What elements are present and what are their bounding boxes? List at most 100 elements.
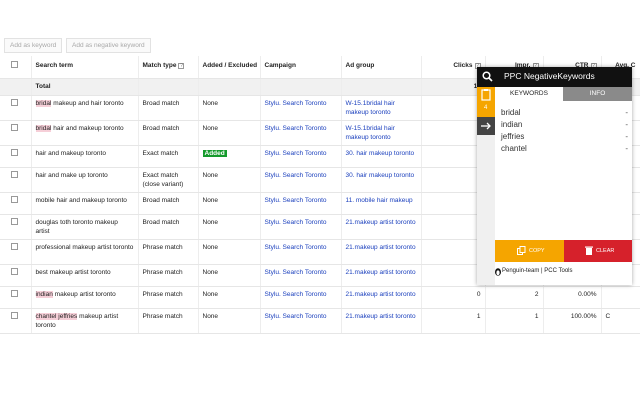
select-all-checkbox-cell[interactable] xyxy=(0,56,32,79)
select-all-checkbox[interactable] xyxy=(11,61,18,68)
campaign-link[interactable]: Stylu. Search Toronto xyxy=(265,150,327,157)
keyword-count-badge: 4 xyxy=(484,105,488,111)
match-type-cell: Exact match (close variant) xyxy=(138,167,199,193)
row-checkbox-cell[interactable] xyxy=(0,120,32,146)
clicks-cell: 1 xyxy=(421,308,486,334)
added-excluded-cell: None xyxy=(198,167,261,193)
ad-group-link[interactable]: 30. hair makeup toronto xyxy=(346,150,415,157)
campaign-link[interactable]: Stylu. Search Toronto xyxy=(265,197,327,204)
clicks-cell: 0 xyxy=(421,95,486,121)
campaign-link[interactable]: Stylu. Search Toronto xyxy=(265,291,327,298)
list-item: indian - xyxy=(501,120,631,132)
row-checkbox-cell[interactable] xyxy=(0,264,32,287)
clear-label: CLEAR xyxy=(596,248,615,254)
search-term-text: makeup and hair toronto xyxy=(51,99,124,107)
campaign-link[interactable]: Stylu. Search Toronto xyxy=(265,125,327,132)
avg-cpc-cell xyxy=(601,286,640,309)
tab-keywords[interactable]: KEYWORDS xyxy=(495,87,563,101)
ad-group-link[interactable]: 21.makeup artist toronto xyxy=(346,291,416,298)
ad-group-link[interactable]: 21.makeup artist toronto xyxy=(346,269,416,276)
added-excluded-cell: None xyxy=(198,308,261,334)
clear-button[interactable]: CLEAR xyxy=(564,240,632,262)
ad-group-link[interactable]: 21.makeup artist toronto xyxy=(346,219,416,226)
ad-group-cell: 21.makeup artist toronto xyxy=(341,286,422,309)
clicks-cell: 0 xyxy=(421,192,486,215)
ad-group-link[interactable]: 21.makeup artist toronto xyxy=(346,313,416,320)
trash-icon xyxy=(585,246,593,255)
row-checkbox[interactable] xyxy=(11,123,18,131)
row-checkbox[interactable] xyxy=(11,242,18,250)
keyword-text: bridal xyxy=(501,108,521,117)
clicks-cell: 0 xyxy=(421,120,486,146)
ad-group-cell: 11. mobile hair makeup xyxy=(341,192,422,215)
col-match-type[interactable]: Match type? xyxy=(138,56,199,79)
add-as-negative-keyword-button[interactable]: Add as negative keyword xyxy=(66,38,151,53)
status-text: None xyxy=(202,268,219,276)
row-checkbox[interactable] xyxy=(11,217,18,225)
arrow-right-icon xyxy=(481,122,491,130)
row-checkbox-cell[interactable] xyxy=(0,214,32,240)
avg-cpc-cell: C xyxy=(601,308,640,334)
match-type-cell: Broad match xyxy=(138,95,199,121)
row-checkbox[interactable] xyxy=(11,311,18,319)
search-icon[interactable] xyxy=(482,71,493,82)
ad-group-cell: 30. hair makeup toronto xyxy=(341,145,422,168)
row-checkbox-cell[interactable] xyxy=(0,308,32,334)
col-campaign[interactable]: Campaign xyxy=(260,56,342,79)
highlighted-keyword[interactable]: indian xyxy=(35,290,53,298)
ad-group-link[interactable]: 11. mobile hair makeup xyxy=(346,197,413,204)
row-checkbox[interactable] xyxy=(11,267,18,275)
campaign-link[interactable]: Stylu. Search Toronto xyxy=(265,100,327,107)
tab-info[interactable]: INFO xyxy=(563,87,632,101)
row-checkbox-cell[interactable] xyxy=(0,239,32,265)
campaign-link[interactable]: Stylu. Search Toronto xyxy=(265,244,327,251)
col-added-excluded[interactable]: Added / Excluded xyxy=(198,56,261,79)
row-checkbox[interactable] xyxy=(11,289,18,297)
table-row[interactable]: chantel jeffries makeup artist toronto Ph… xyxy=(0,308,640,334)
popup-footer[interactable]: Penguin-team | PCC Tools xyxy=(495,268,572,276)
help-icon[interactable]: ? xyxy=(178,63,185,69)
ad-group-link[interactable]: W-15.1bridal hair makeup toronto xyxy=(346,125,395,141)
clicks-cell: 1 xyxy=(421,167,486,193)
row-checkbox-cell[interactable] xyxy=(0,145,32,168)
campaign-link[interactable]: Stylu. Search Toronto xyxy=(265,219,327,226)
status-text: None xyxy=(202,124,219,132)
ad-group-link[interactable]: W-15.1bridal hair makeup toronto xyxy=(346,100,395,116)
col-ad-group[interactable]: Ad group xyxy=(341,56,422,79)
table-row[interactable]: indian makeup artist toronto Phrase match… xyxy=(0,286,640,309)
export-button[interactable] xyxy=(477,117,495,135)
match-type-cell: Phrase match xyxy=(138,308,199,334)
campaign-link[interactable]: Stylu. Search Toronto xyxy=(265,269,327,276)
row-checkbox-cell[interactable] xyxy=(0,167,32,193)
row-checkbox-cell[interactable] xyxy=(0,95,32,121)
campaign-link[interactable]: Stylu. Search Toronto xyxy=(265,172,327,179)
ad-group-link[interactable]: 30. hair makeup toronto xyxy=(346,172,415,179)
col-search-term[interactable]: Search term xyxy=(31,56,139,79)
ad-group-cell: W-15.1bridal hair makeup toronto xyxy=(341,120,422,146)
col-clicks[interactable]: Clicks? xyxy=(421,56,486,79)
copy-button[interactable]: COPY xyxy=(495,240,564,262)
row-checkbox[interactable] xyxy=(11,195,18,203)
row-checkbox[interactable] xyxy=(11,170,18,178)
ad-group-link[interactable]: 21.makeup artist toronto xyxy=(346,244,416,251)
match-type-cell: Phrase match xyxy=(138,239,199,265)
campaign-link[interactable]: Stylu. Search Toronto xyxy=(265,313,327,320)
remove-keyword-button[interactable]: - xyxy=(625,144,628,153)
highlighted-keyword[interactable]: bridal xyxy=(35,99,52,107)
impr-cell: 1 xyxy=(485,308,544,334)
remove-keyword-button[interactable]: - xyxy=(625,132,628,141)
copy-label: COPY xyxy=(529,248,545,254)
remove-keyword-button[interactable]: - xyxy=(625,120,628,129)
highlighted-keyword[interactable]: bridal xyxy=(35,124,52,132)
row-checkbox[interactable] xyxy=(11,148,18,156)
campaign-cell: Stylu. Search Toronto xyxy=(260,167,342,193)
row-checkbox[interactable] xyxy=(11,98,18,106)
keyword-list-toggle[interactable]: 4 xyxy=(477,87,495,117)
row-checkbox-cell[interactable] xyxy=(0,286,32,309)
search-term-cell: hair and make up toronto xyxy=(31,167,139,193)
add-as-keyword-button[interactable]: Add as keyword xyxy=(4,38,63,53)
remove-keyword-button[interactable]: - xyxy=(625,108,628,117)
highlighted-keyword[interactable]: chantel jeffries xyxy=(35,312,78,320)
search-term-text: mobile hair and makeup toronto xyxy=(35,196,127,204)
row-checkbox-cell[interactable] xyxy=(0,192,32,215)
